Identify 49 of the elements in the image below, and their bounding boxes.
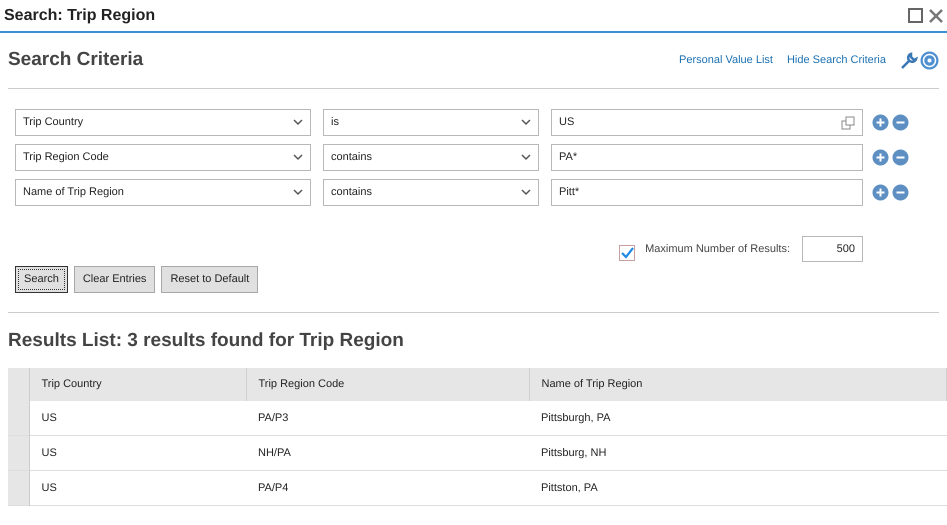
column-header[interactable]: Trip Region Code: [246, 368, 529, 400]
operator-dropdown[interactable]: is: [323, 109, 539, 136]
maximize-icon[interactable]: [908, 8, 923, 23]
chevron-down-icon: [293, 189, 303, 196]
max-results-field[interactable]: 500: [802, 236, 863, 262]
header-link[interactable]: Personal Value List: [678, 52, 773, 69]
column-header[interactable]: Name of Trip Region: [529, 368, 946, 400]
value-field[interactable]: PA*: [551, 144, 863, 171]
field-dropdown[interactable]: Trip Region Code: [15, 144, 311, 171]
help-icon[interactable]: [920, 51, 939, 70]
table-cell: US: [29, 400, 246, 436]
action-button[interactable]: Clear Entries: [74, 266, 156, 293]
value-field[interactable]: US: [551, 109, 863, 136]
action-button[interactable]: Search: [15, 266, 68, 293]
remove-icon[interactable]: [892, 114, 909, 131]
table-cell: PA/P4: [246, 470, 529, 506]
value-field[interactable]: Pitt*: [551, 179, 863, 206]
chevron-down-icon: [293, 119, 303, 126]
table-cell: US: [29, 470, 246, 506]
table-cell: PA/P3: [246, 400, 529, 436]
add-icon[interactable]: [872, 114, 889, 131]
max-results-checkbox[interactable]: [619, 245, 636, 261]
max-results-label: Maximum Number of Results:: [645, 242, 790, 257]
operator-dropdown[interactable]: contains: [323, 144, 539, 171]
action-button[interactable]: Reset to Default: [161, 266, 258, 293]
table-cell: US: [29, 436, 246, 470]
close-icon[interactable]: [929, 8, 943, 22]
table-cell: Pittston, PA: [529, 470, 946, 506]
chevron-down-icon: [521, 154, 531, 161]
table-cell: Pittsburgh, PA: [529, 400, 946, 436]
header-link[interactable]: Hide Search Criteria: [786, 52, 886, 69]
remove-icon[interactable]: [892, 184, 909, 201]
wrench-icon[interactable]: [900, 52, 918, 70]
field-dropdown[interactable]: Name of Trip Region: [15, 179, 311, 206]
chevron-down-icon: [521, 119, 531, 126]
field-dropdown[interactable]: Trip Country: [15, 109, 311, 136]
copy-icon[interactable]: [841, 116, 855, 130]
add-icon[interactable]: [872, 184, 889, 201]
table-cell: NH/PA: [246, 436, 529, 470]
window-title: Search: Trip Region: [4, 6, 156, 26]
add-icon[interactable]: [872, 149, 889, 166]
table-cell: Pittsburg, NH: [529, 436, 946, 470]
chevron-down-icon: [293, 154, 303, 161]
chevron-down-icon: [521, 189, 531, 196]
remove-icon[interactable]: [892, 149, 909, 166]
section-title: Search Criteria: [8, 48, 144, 72]
results-title: Results List: 3 results found for Trip Region: [8, 329, 405, 353]
operator-dropdown[interactable]: contains: [323, 179, 539, 206]
column-header[interactable]: Trip Country: [29, 368, 246, 400]
